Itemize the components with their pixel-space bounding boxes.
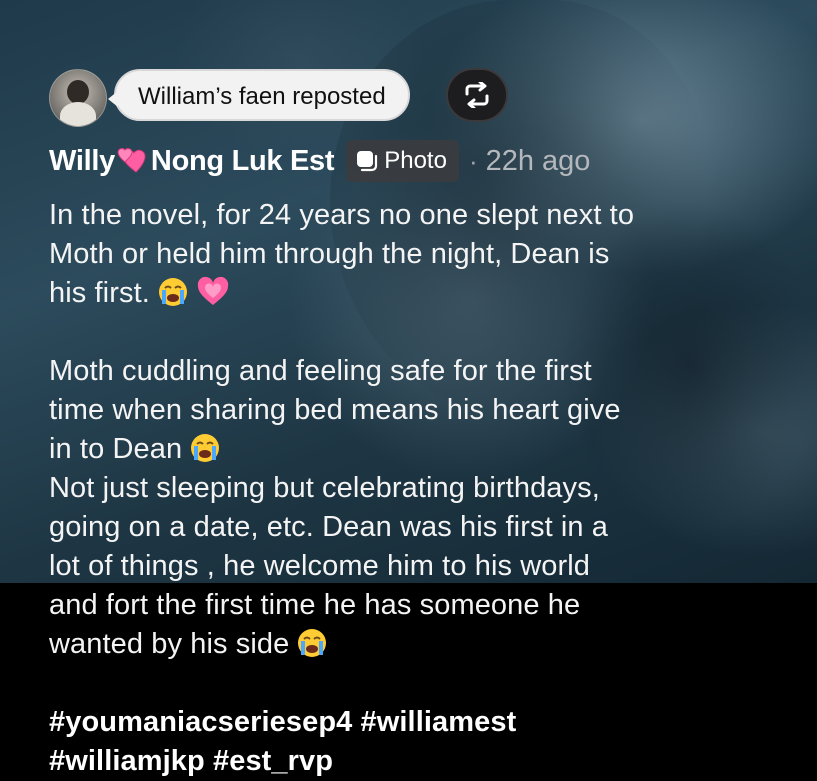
body-line-text: his first. bbox=[49, 277, 150, 309]
post-header: Willy Nong Luk Est Photo · 22h ago bbox=[49, 138, 590, 184]
crying-face-icon bbox=[191, 434, 220, 462]
body-line: and fort the first time he has someone h… bbox=[49, 589, 581, 621]
photo-icon bbox=[357, 151, 378, 172]
body-line-text: in to Dean bbox=[49, 433, 183, 465]
hashtag-line[interactable]: #williamjkp #est_rvp bbox=[49, 742, 809, 781]
body-line: in to Dean bbox=[49, 430, 809, 469]
body-line: lot of things , he welcome him to his wo… bbox=[49, 550, 591, 582]
body-line: Moth cuddling and feeling safe for the f… bbox=[49, 355, 592, 387]
hashtag-line[interactable]: #youmaniacseriesep4 #williamest bbox=[49, 703, 809, 742]
body-line-text: wanted by his side bbox=[49, 628, 290, 660]
body-line: his first. bbox=[49, 274, 809, 313]
body-line: wanted by his side bbox=[49, 625, 809, 664]
post-card: William’s faen reposted Willy Nong Luk E… bbox=[0, 0, 817, 777]
repost-icon[interactable] bbox=[446, 68, 508, 122]
author-name-prefix[interactable]: Willy bbox=[49, 145, 115, 178]
author-name-suffix[interactable]: Nong Luk Est bbox=[151, 145, 335, 178]
media-badge-label: Photo bbox=[384, 147, 447, 174]
repost-arrows-icon bbox=[465, 82, 489, 108]
body-line: going on a date, etc. Dean was his first… bbox=[49, 511, 609, 543]
body-line: time when sharing bed means his heart gi… bbox=[49, 394, 621, 426]
repost-label: William’s faen reposted bbox=[108, 69, 410, 121]
avatar[interactable] bbox=[49, 69, 107, 127]
post-timestamp: 22h ago bbox=[485, 144, 591, 177]
crying-face-icon bbox=[158, 278, 187, 306]
body-line: In the novel, for 24 years no one slept … bbox=[49, 199, 635, 231]
media-badge[interactable]: Photo bbox=[346, 140, 459, 182]
body-line: Moth or held him through the night, Dean… bbox=[49, 238, 610, 270]
growing-heart-icon bbox=[197, 276, 229, 305]
body-line: Not just sleeping but celebrating birthd… bbox=[49, 472, 600, 504]
avatar-head bbox=[67, 80, 89, 104]
separator-dot: · bbox=[468, 145, 478, 176]
avatar-body bbox=[60, 102, 96, 126]
post-body: In the novel, for 24 years no one slept … bbox=[49, 196, 809, 781]
two-hearts-icon bbox=[117, 148, 146, 173]
crying-face-icon bbox=[298, 629, 327, 657]
